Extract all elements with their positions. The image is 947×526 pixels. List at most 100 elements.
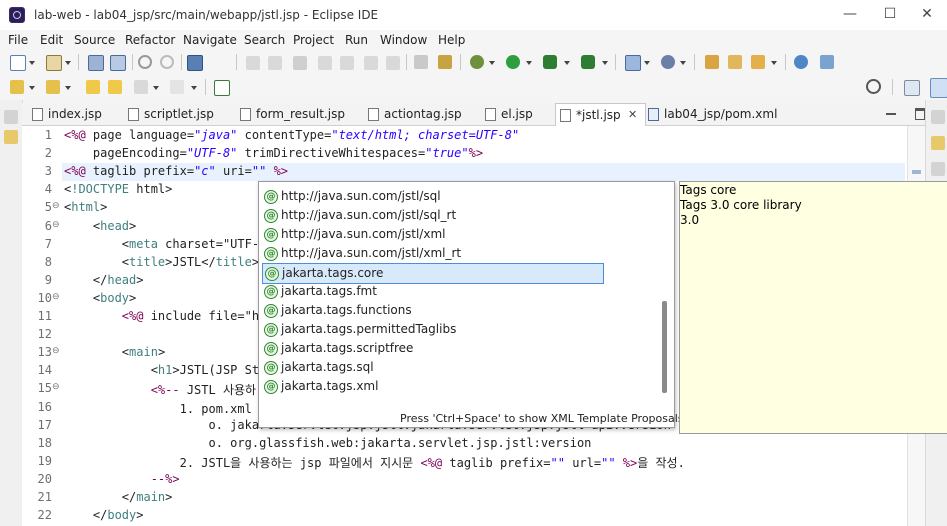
suspend-icon[interactable] [268,56,282,70]
suggestion-item[interactable]: @ http://java.sun.com/jstl/sql [262,187,657,206]
task-list-icon[interactable] [931,162,945,176]
menu-edit[interactable]: Edit [40,33,63,47]
coverage-dropdown-arrow-icon[interactable] [564,61,570,65]
code-line[interactable]: pageEncoding="UTF-8" trimDirectiveWhites… [64,146,483,160]
previous-annotation-dropdown-arrow-icon[interactable] [65,86,71,90]
suggestion-item[interactable]: @ jakarta.tags.permittedTaglibs [262,320,657,339]
next-annotation-dropdown-arrow-icon[interactable] [29,86,35,90]
suggestion-item[interactable]: @ jakarta.tags.functions [262,301,657,320]
new-server-icon[interactable] [625,55,641,71]
console-icon[interactable] [187,55,203,71]
next-annotation-icon[interactable] [10,80,24,94]
server-dropdown-arrow-icon[interactable] [644,61,650,65]
save-all-icon[interactable] [110,55,126,71]
external-tools-dropdown-arrow-icon[interactable] [602,61,608,65]
menu-run[interactable]: Run [345,33,368,47]
project-dropdown-arrow-icon[interactable] [65,61,71,65]
code-line[interactable]: </body> [64,508,144,522]
java-ee-perspective-icon[interactable] [930,78,947,98]
menu-navigate[interactable]: Navigate [183,33,237,47]
restore-view-icon[interactable] [4,110,18,124]
maximize-button[interactable]: ☐ [880,5,900,23]
code-line[interactable]: <%@ include file="he [64,309,267,323]
settings-icon[interactable] [661,55,675,69]
outline-view-icon[interactable] [931,136,945,150]
run-dropdown-arrow-icon[interactable] [526,61,532,65]
new-icon[interactable] [10,55,26,71]
suggestion-scroll-thumb[interactable] [662,301,667,393]
menu-source[interactable]: Source [74,33,115,47]
back-dropdown-arrow-icon[interactable] [153,86,159,90]
search-dropdown-arrow-icon[interactable] [771,61,777,65]
code-line[interactable]: <%-- JSTL 사용하 [64,381,256,398]
resume-icon[interactable] [246,56,260,70]
suggestion-item[interactable]: @ jakarta.tags.core [262,263,604,284]
tab-jstl-jsp[interactable]: *jstl.jsp ✕ [555,103,646,126]
minimize-button[interactable]: — [840,5,860,23]
terminate-icon[interactable] [293,56,307,70]
back-icon[interactable] [134,80,148,94]
code-line[interactable]: </main> [64,490,173,504]
close-window-button[interactable]: ✕ [917,5,937,23]
suggestion-item[interactable]: @ http://java.sun.com/jstl/xml_rt [262,244,657,263]
disconnect-icon[interactable] [318,56,332,70]
forward-icon[interactable] [170,80,184,94]
tab-form-result-jsp[interactable]: form_result.jsp [240,103,360,125]
code-line[interactable]: <html> [64,200,107,214]
new-project-icon[interactable] [46,55,62,71]
open-type-icon[interactable] [705,55,719,69]
web-browser-icon[interactable] [794,55,808,69]
menu-window[interactable]: Window [380,33,427,47]
tab-pom-xml[interactable]: lab04_jsp/pom.xml [648,103,788,125]
debug-icon[interactable] [470,55,484,69]
tab-actiontag-jsp[interactable]: actiontag.jsp [368,103,473,125]
restore-right-view-icon[interactable] [931,110,945,124]
suggestion-item[interactable]: @ jakarta.tags.fmt [262,282,657,301]
skip-breakpoints-icon[interactable] [438,55,452,69]
code-line[interactable]: <title>JSTL</title> [64,255,259,269]
search-tool-icon[interactable] [751,55,765,69]
suggestion-item[interactable]: @ http://java.sun.com/jstl/xml [262,225,657,244]
menu-search[interactable]: Search [244,33,285,47]
suggestion-item[interactable]: @ jakarta.tags.xml [262,377,657,396]
fold-toggle-icon[interactable]: ⊖ [52,346,60,356]
open-perspective-icon[interactable] [904,80,920,96]
minimize-editor-icon[interactable] [886,113,896,115]
code-line[interactable]: o. org.glassfish.web:jakarta.servlet.jsp… [64,436,591,450]
fold-toggle-icon[interactable]: ⊖ [52,220,60,230]
redo-icon[interactable] [160,55,174,69]
debug-dropdown-arrow-icon[interactable] [489,61,495,65]
previous-annotation-icon[interactable] [46,80,60,94]
menu-refactor[interactable]: Refactor [125,33,175,47]
step-over-icon[interactable] [364,56,378,70]
occurrence-marker[interactable] [912,170,921,174]
close-tab-icon[interactable]: ✕ [628,104,637,126]
step-into-icon[interactable] [340,56,354,70]
forward-dropdown-arrow-icon[interactable] [191,86,197,90]
save-icon[interactable] [88,55,104,71]
code-line[interactable]: <h1>JSTL(JSP Sta [64,363,267,377]
code-line[interactable]: <%@ taglib prefix="c" uri="" %> [64,164,288,178]
external-tools-icon[interactable] [581,55,595,69]
code-line[interactable]: --%> [64,472,180,486]
fold-toggle-icon[interactable]: ⊖ [52,201,60,211]
project-explorer-icon[interactable] [4,130,18,144]
code-line[interactable]: 2. JSTL을 사용하는 jsp 파일에서 지시문 <%@ taglib pr… [64,454,685,471]
suggestion-item[interactable]: @ jakarta.tags.sql [262,358,657,377]
code-line[interactable]: <meta charset="UTF-8 [64,237,267,251]
undo-icon[interactable] [138,55,152,69]
edit-location-icon[interactable] [108,80,122,94]
run-icon[interactable] [506,55,520,69]
code-line[interactable]: </head> [64,273,144,287]
tab-el-jsp[interactable]: el.jsp [485,103,560,125]
new-dropdown-arrow-icon[interactable] [29,61,35,65]
fold-toggle-icon[interactable]: ⊖ [52,382,60,392]
code-line[interactable]: 1. pom.xml 파 [64,400,271,417]
tab-index-jsp[interactable]: index.jsp [32,103,132,125]
open-task-icon[interactable] [728,55,742,69]
suggestion-item[interactable]: @ jakarta.tags.scriptfree [262,339,657,358]
coverage-icon[interactable] [543,55,557,69]
code-line[interactable]: <!DOCTYPE html> [64,182,172,196]
new-class-icon[interactable] [214,80,230,96]
use-step-filters-icon[interactable] [414,55,428,69]
